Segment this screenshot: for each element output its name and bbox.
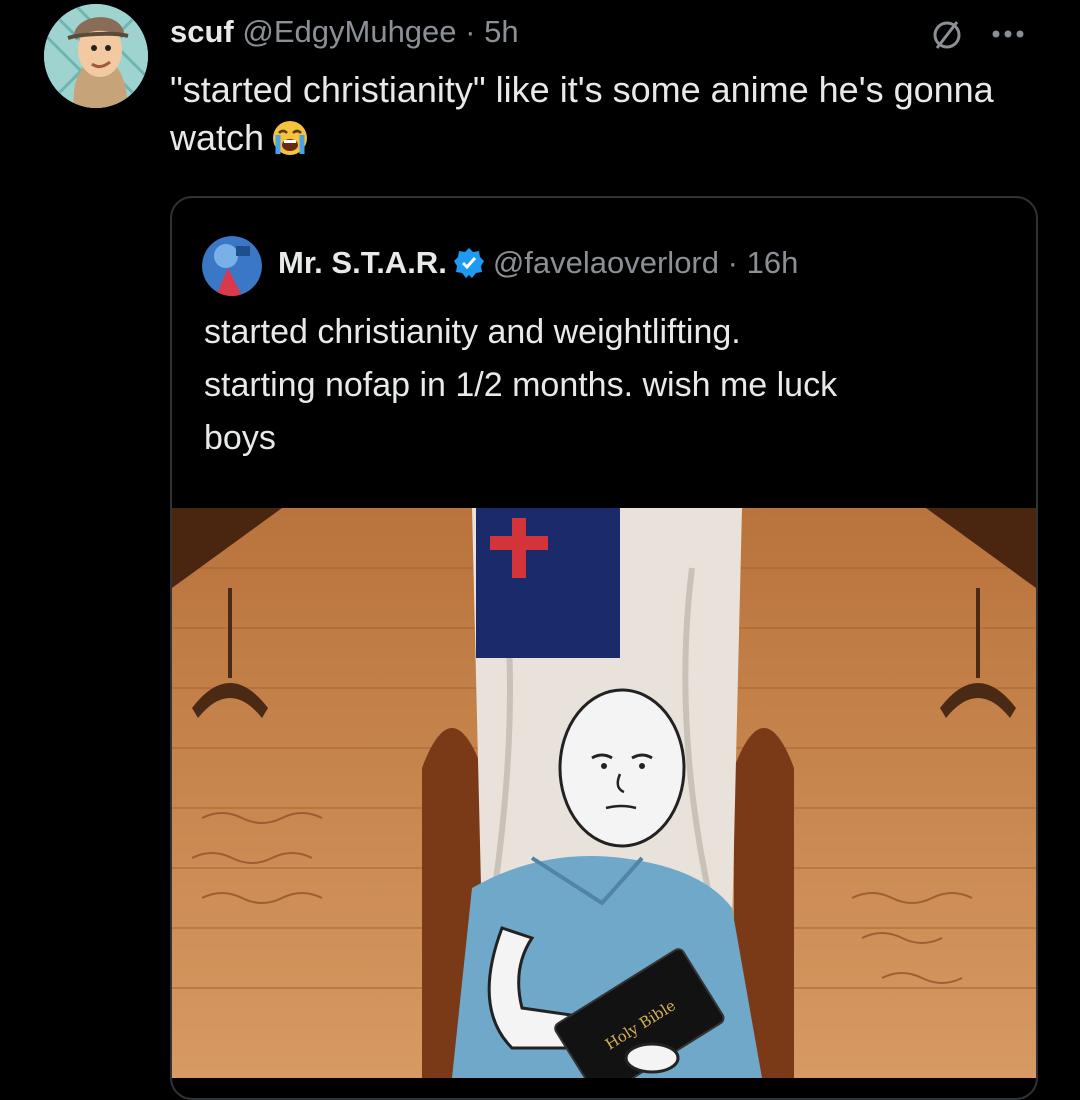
verified-badge-icon (453, 247, 485, 279)
user-avatar[interactable] (44, 4, 148, 108)
timestamp[interactable]: 5h (484, 14, 518, 49)
more-options-icon[interactable] (988, 18, 1034, 48)
tweet-text: "started christianity" like it's some an… (170, 66, 1010, 162)
quoted-text-line: started christianity and weightlifting. (204, 313, 741, 351)
quoted-tweet[interactable]: Mr. S.T.A.R. @favelaoverlord · 16h start… (170, 196, 1038, 1100)
quoted-tweet-media[interactable]: Holy Bible (172, 508, 1036, 1078)
quoted-text-line: boys (204, 419, 276, 457)
quoted-tweet-header: Mr. S.T.A.R. @favelaoverlord · 16h (278, 244, 798, 282)
user-handle[interactable]: @EdgyMuhgee (242, 14, 456, 49)
tweet-header: scuf @EdgyMuhgee · 5h (170, 14, 519, 50)
separator: · (465, 14, 476, 49)
quoted-user-avatar[interactable] (202, 236, 262, 296)
loudly-crying-face-emoji-icon (270, 118, 310, 158)
quoted-text-line: starting nofap in 1/2 months. wish me lu… (204, 366, 838, 404)
tweet[interactable]: scuf @EdgyMuhgee · 5h "started christian… (0, 0, 1080, 1100)
display-name[interactable]: scuf (170, 14, 234, 49)
quoted-timestamp[interactable]: 16h (747, 245, 799, 280)
separator: · (727, 245, 738, 280)
no-sign-icon[interactable] (930, 18, 964, 52)
quoted-user-handle[interactable]: @favelaoverlord (493, 245, 719, 280)
quoted-tweet-text: started christianity and weightlifting. … (204, 306, 1004, 465)
quoted-display-name[interactable]: Mr. S.T.A.R. (278, 245, 447, 280)
